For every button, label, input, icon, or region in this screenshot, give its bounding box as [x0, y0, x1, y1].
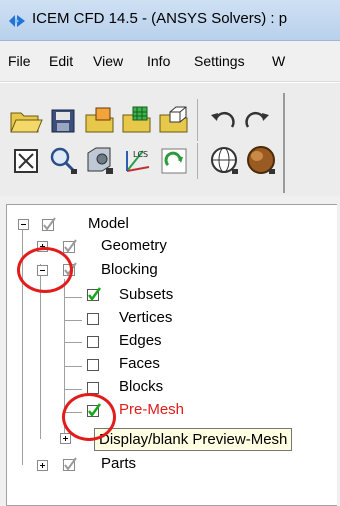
tree-item-faces[interactable]: Faces [119, 355, 160, 372]
menu-bar: File Edit View Info Settings W [0, 41, 340, 82]
display-options-icon[interactable] [82, 143, 118, 177]
redo-icon[interactable] [238, 103, 274, 137]
blocking-open-icon[interactable] [156, 103, 192, 137]
fit-window-icon[interactable] [8, 143, 44, 177]
tree-item-premesh[interactable]: Pre-Mesh [119, 401, 184, 418]
ansys-logo-icon [9, 15, 25, 27]
checkbox-icon[interactable] [62, 238, 78, 254]
solid-icon[interactable] [243, 143, 279, 177]
undo-icon[interactable] [206, 103, 242, 137]
menu-settings[interactable]: Settings [194, 53, 245, 69]
tree-item-vertices[interactable]: Vertices [119, 309, 172, 326]
tree-item-geometry[interactable]: Geometry [101, 237, 167, 254]
checkbox-vertices[interactable] [87, 313, 99, 325]
local-coordinate-icon[interactable]: LCS [119, 143, 155, 177]
window-title: ICEM CFD 14.5 - (ANSYS Solvers) : p [32, 10, 288, 27]
mesh-open-icon[interactable] [119, 103, 155, 137]
tree-line [64, 342, 82, 343]
premesh-expand-toggle[interactable] [60, 433, 71, 444]
svg-text:LCS: LCS [133, 150, 148, 159]
tree-line [64, 366, 82, 367]
wireframe-icon[interactable] [206, 143, 242, 177]
toolbar: LCS [0, 82, 340, 196]
checkbox-edges[interactable] [87, 336, 99, 348]
zoom-box-icon[interactable] [45, 143, 81, 177]
checkbox-faces[interactable] [87, 359, 99, 371]
menu-window[interactable]: W [272, 53, 285, 69]
tree-line [64, 389, 82, 390]
save-icon[interactable] [45, 103, 81, 137]
tree-item-parts[interactable]: Parts [101, 455, 136, 472]
refresh-icon[interactable] [156, 143, 192, 177]
tree-item-subsets[interactable]: Subsets [119, 286, 173, 303]
tree-item-edges[interactable]: Edges [119, 332, 162, 349]
menu-info[interactable]: Info [147, 53, 170, 69]
tree-line [64, 320, 82, 321]
title-bar: ICEM CFD 14.5 - (ANSYS Solvers) : p [0, 0, 340, 41]
toolbar-separator [197, 99, 198, 141]
parts-expand-toggle[interactable] [37, 460, 48, 471]
checkmark-icon[interactable] [86, 286, 102, 302]
menu-edit[interactable]: Edit [49, 53, 73, 69]
tree-item-blocking[interactable]: Blocking [101, 261, 158, 278]
toolbar-separator [197, 143, 198, 179]
open-folder-icon[interactable] [8, 103, 44, 137]
checkbox-icon[interactable] [41, 216, 57, 232]
tree-item-model[interactable]: Model [88, 215, 129, 232]
menu-file[interactable]: File [8, 53, 31, 69]
tree-line [64, 297, 82, 298]
toolbar-divider [283, 93, 285, 193]
menu-view[interactable]: View [93, 53, 123, 69]
geometry-open-icon[interactable] [82, 103, 118, 137]
highlight-circle [62, 393, 116, 441]
model-collapse-toggle[interactable] [18, 219, 29, 230]
tooltip: Display/blank Preview-Mesh [94, 428, 293, 451]
tree-item-blocks[interactable]: Blocks [119, 378, 163, 395]
highlight-circle [17, 247, 73, 293]
checkbox-icon[interactable] [62, 456, 78, 472]
